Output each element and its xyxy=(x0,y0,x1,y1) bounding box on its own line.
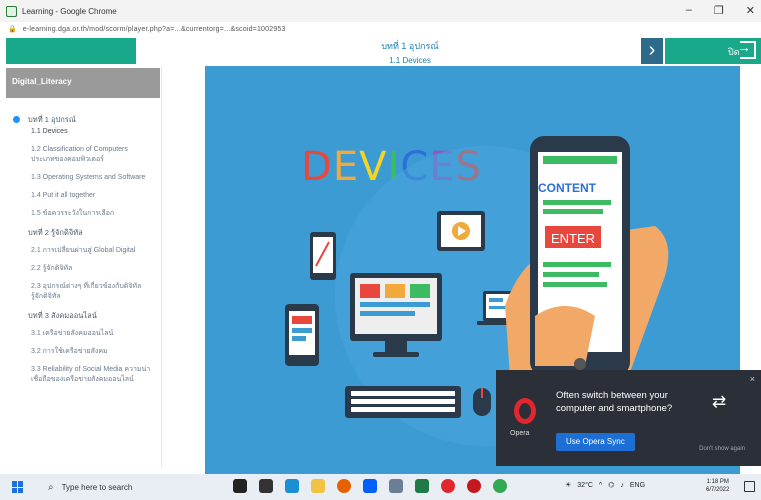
tablet-icon xyxy=(310,232,336,280)
sidebar-item-label: 2.2 รู้จักดิจิทัล xyxy=(31,265,73,272)
sidebar-item-label: 1.1 Devices xyxy=(31,128,68,135)
header-chapter: บทที่ 1 อุปกรณ์ xyxy=(381,41,439,51)
cortana-icon[interactable] xyxy=(233,479,247,493)
language-indicator[interactable]: ENG xyxy=(630,482,645,489)
chrome-app-icon xyxy=(6,5,17,17)
sidebar-item-label: 2.1 การเปลี่ยนผ่านสู่ Global Digital xyxy=(31,247,136,254)
dont-show-again-link[interactable]: Don't show again xyxy=(699,446,745,452)
notification-icon[interactable] xyxy=(744,481,755,492)
sidebar-lesson[interactable]: 2.2 รู้จักดิจิทัล xyxy=(0,264,157,274)
mouse-icon xyxy=(473,388,491,416)
exit-button[interactable]: ปิด → xyxy=(665,38,761,64)
firefox-icon[interactable] xyxy=(337,479,351,493)
url-text[interactable]: e-learning.dga.or.th/mod/scorm/player.ph… xyxy=(23,26,286,33)
volume-icon[interactable]: ♪ xyxy=(620,482,624,489)
course-title: Digital_Literacy xyxy=(6,68,160,98)
course-nav: บทที่ 1 อุปกรณ์ 1.1 Devices 1.2 Classifica… xyxy=(0,98,161,385)
weather-temp[interactable]: 32°C xyxy=(577,482,593,489)
window-title: Learning - Google Chrome xyxy=(22,6,117,16)
browser-title-bar: Learning - Google Chrome – ❐ ✕ xyxy=(0,0,761,22)
sync-arrows-icon: ⇄ xyxy=(712,392,727,411)
minimize-button[interactable]: – xyxy=(686,4,692,17)
lms-header: บทที่ 1 อุปกรณ์ 1.1 Devices › ปิด → xyxy=(0,36,761,66)
sidebar-item-label: 3.1 เครือข่ายสังคมออนไลน์ xyxy=(31,330,114,337)
sidebar-lesson[interactable]: 2.3 อุปกรณ์ต่างๆ ที่เกี่ยวข้องกับดิจิทัล… xyxy=(0,282,157,302)
header-logo-block xyxy=(6,38,136,64)
sidebar-lesson[interactable]: 1.5 ข้อควรระวังในการเลือก xyxy=(0,209,157,219)
sidebar-item-label: 1.5 ข้อควรระวังในการเลือก xyxy=(31,210,115,217)
lock-icon: 🔒 xyxy=(8,26,17,33)
sidebar-lesson[interactable]: 1.3 Operating Systems and Software xyxy=(0,173,157,183)
clock-time: 1:18 PM xyxy=(706,479,729,485)
sidebar-lesson[interactable]: 3.3 Reliability of Social Media ความน่าเ… xyxy=(0,365,157,385)
course-sidebar: Digital_Literacy บทที่ 1 อุปกรณ์ 1.1 Devi… xyxy=(0,66,162,468)
keyboard-icon xyxy=(345,386,461,418)
sidebar-item-label: 3.2 การใช้เครือข่ายสังคม xyxy=(31,348,108,355)
sidebar-item-label: 2.3 อุปกรณ์ต่างๆ ที่เกี่ยวข้องกับดิจิทัล… xyxy=(31,283,142,300)
windows-taskbar: ⌕ Type here to search ☀ 32°C ^ ⌬ ♪ ENG 1… xyxy=(0,474,761,500)
opera-icon[interactable] xyxy=(441,479,455,493)
search-placeholder: Type here to search xyxy=(61,482,133,492)
phone-enter-button: ENTER xyxy=(551,231,595,246)
edge-icon[interactable] xyxy=(285,479,299,493)
opera-gx-icon[interactable] xyxy=(467,479,481,493)
sidebar-lesson[interactable]: 3.1 เครือข่ายสังคมออนไลน์ xyxy=(0,329,157,339)
header-lesson: 1.1 Devices xyxy=(389,56,431,65)
taskbar-search[interactable]: ⌕ Type here to search xyxy=(48,482,238,493)
next-button[interactable]: › xyxy=(641,38,663,64)
clock-date: 6/7/2022 xyxy=(706,487,730,493)
sidebar-item-label: บทที่ 3 สังคมออนไลน์ xyxy=(28,311,97,320)
windows-start-icon[interactable] xyxy=(12,481,24,493)
sidebar-item-label: 1.3 Operating Systems and Software xyxy=(31,174,146,181)
sidebar-lesson[interactable]: 1.4 Put it all together xyxy=(0,191,157,201)
dropbox-icon[interactable] xyxy=(363,479,377,493)
sidebar-item-label: บทที่ 1 อุปกรณ์ xyxy=(28,115,76,124)
sidebar-lesson[interactable]: 1.2 Classification of Computers ประเภทขอ… xyxy=(0,145,157,165)
use-opera-sync-button[interactable]: Use Opera Sync xyxy=(556,433,635,451)
tray-chevron-icon[interactable]: ^ xyxy=(599,482,602,489)
opera-brand: Opera xyxy=(510,430,530,437)
chrome-icon[interactable] xyxy=(493,479,507,493)
opera-sync-popup: × Opera Often switch between your comput… xyxy=(496,370,761,466)
sidebar-chapter[interactable]: บทที่ 3 สังคมออนไลน์ xyxy=(0,310,157,321)
sidebar-chapter[interactable]: บทที่ 2 รู้จักดิจิทัล xyxy=(0,227,157,238)
active-dot-icon xyxy=(13,116,20,123)
sidebar-item-label: 3.3 Reliability of Social Media ความน่าเ… xyxy=(31,366,151,383)
chevron-right-icon: › xyxy=(648,39,656,61)
address-bar[interactable]: 🔒 e-learning.dga.or.th/mod/scorm/player.… xyxy=(0,22,761,36)
file-explorer-icon[interactable] xyxy=(311,479,325,493)
close-button[interactable]: ✕ xyxy=(746,4,755,17)
search-icon: ⌕ xyxy=(48,481,54,493)
arrow-right-icon: → xyxy=(737,39,751,55)
sidebar-chapter[interactable]: บทที่ 1 อุปกรณ์ xyxy=(0,114,157,125)
weather-icon[interactable]: ☀ xyxy=(565,481,571,489)
sidebar-lesson[interactable]: 1.1 Devices xyxy=(0,127,157,137)
popup-message: Often switch between your computer and s… xyxy=(556,390,673,414)
maximize-button[interactable]: ❐ xyxy=(714,4,724,17)
taskbar-clock[interactable]: 1:18 PM 6/7/2022 xyxy=(706,478,729,494)
sidebar-lesson[interactable]: 3.2 การใช้เครือข่ายสังคม xyxy=(0,347,157,357)
network-icon[interactable]: ⌬ xyxy=(608,481,614,489)
small-phone-icon xyxy=(285,304,319,366)
sidebar-item-label: 1.2 Classification of Computers ประเภทขอ… xyxy=(31,146,128,163)
excel-icon[interactable] xyxy=(415,479,429,493)
tablet-video-icon xyxy=(437,211,485,251)
pinned-apps xyxy=(233,479,507,493)
sidebar-lesson[interactable]: 2.1 การเปลี่ยนผ่านสู่ Global Digital xyxy=(0,246,157,256)
system-tray: ☀ 32°C ^ ⌬ ♪ ENG xyxy=(565,481,645,490)
sidebar-item-label: 1.4 Put it all together xyxy=(31,192,96,199)
opera-logo-icon xyxy=(514,398,536,424)
sidebar-item-label: บทที่ 2 รู้จักดิจิทัล xyxy=(28,228,83,237)
popup-close-icon[interactable]: × xyxy=(750,374,755,384)
task-view-icon[interactable] xyxy=(259,479,273,493)
window-controls: – ❐ ✕ xyxy=(686,4,755,17)
phone-content-label: CONTENT xyxy=(538,181,597,195)
header-title: บทที่ 1 อุปกรณ์ 1.1 Devices xyxy=(250,39,570,65)
settings-icon[interactable] xyxy=(389,479,403,493)
